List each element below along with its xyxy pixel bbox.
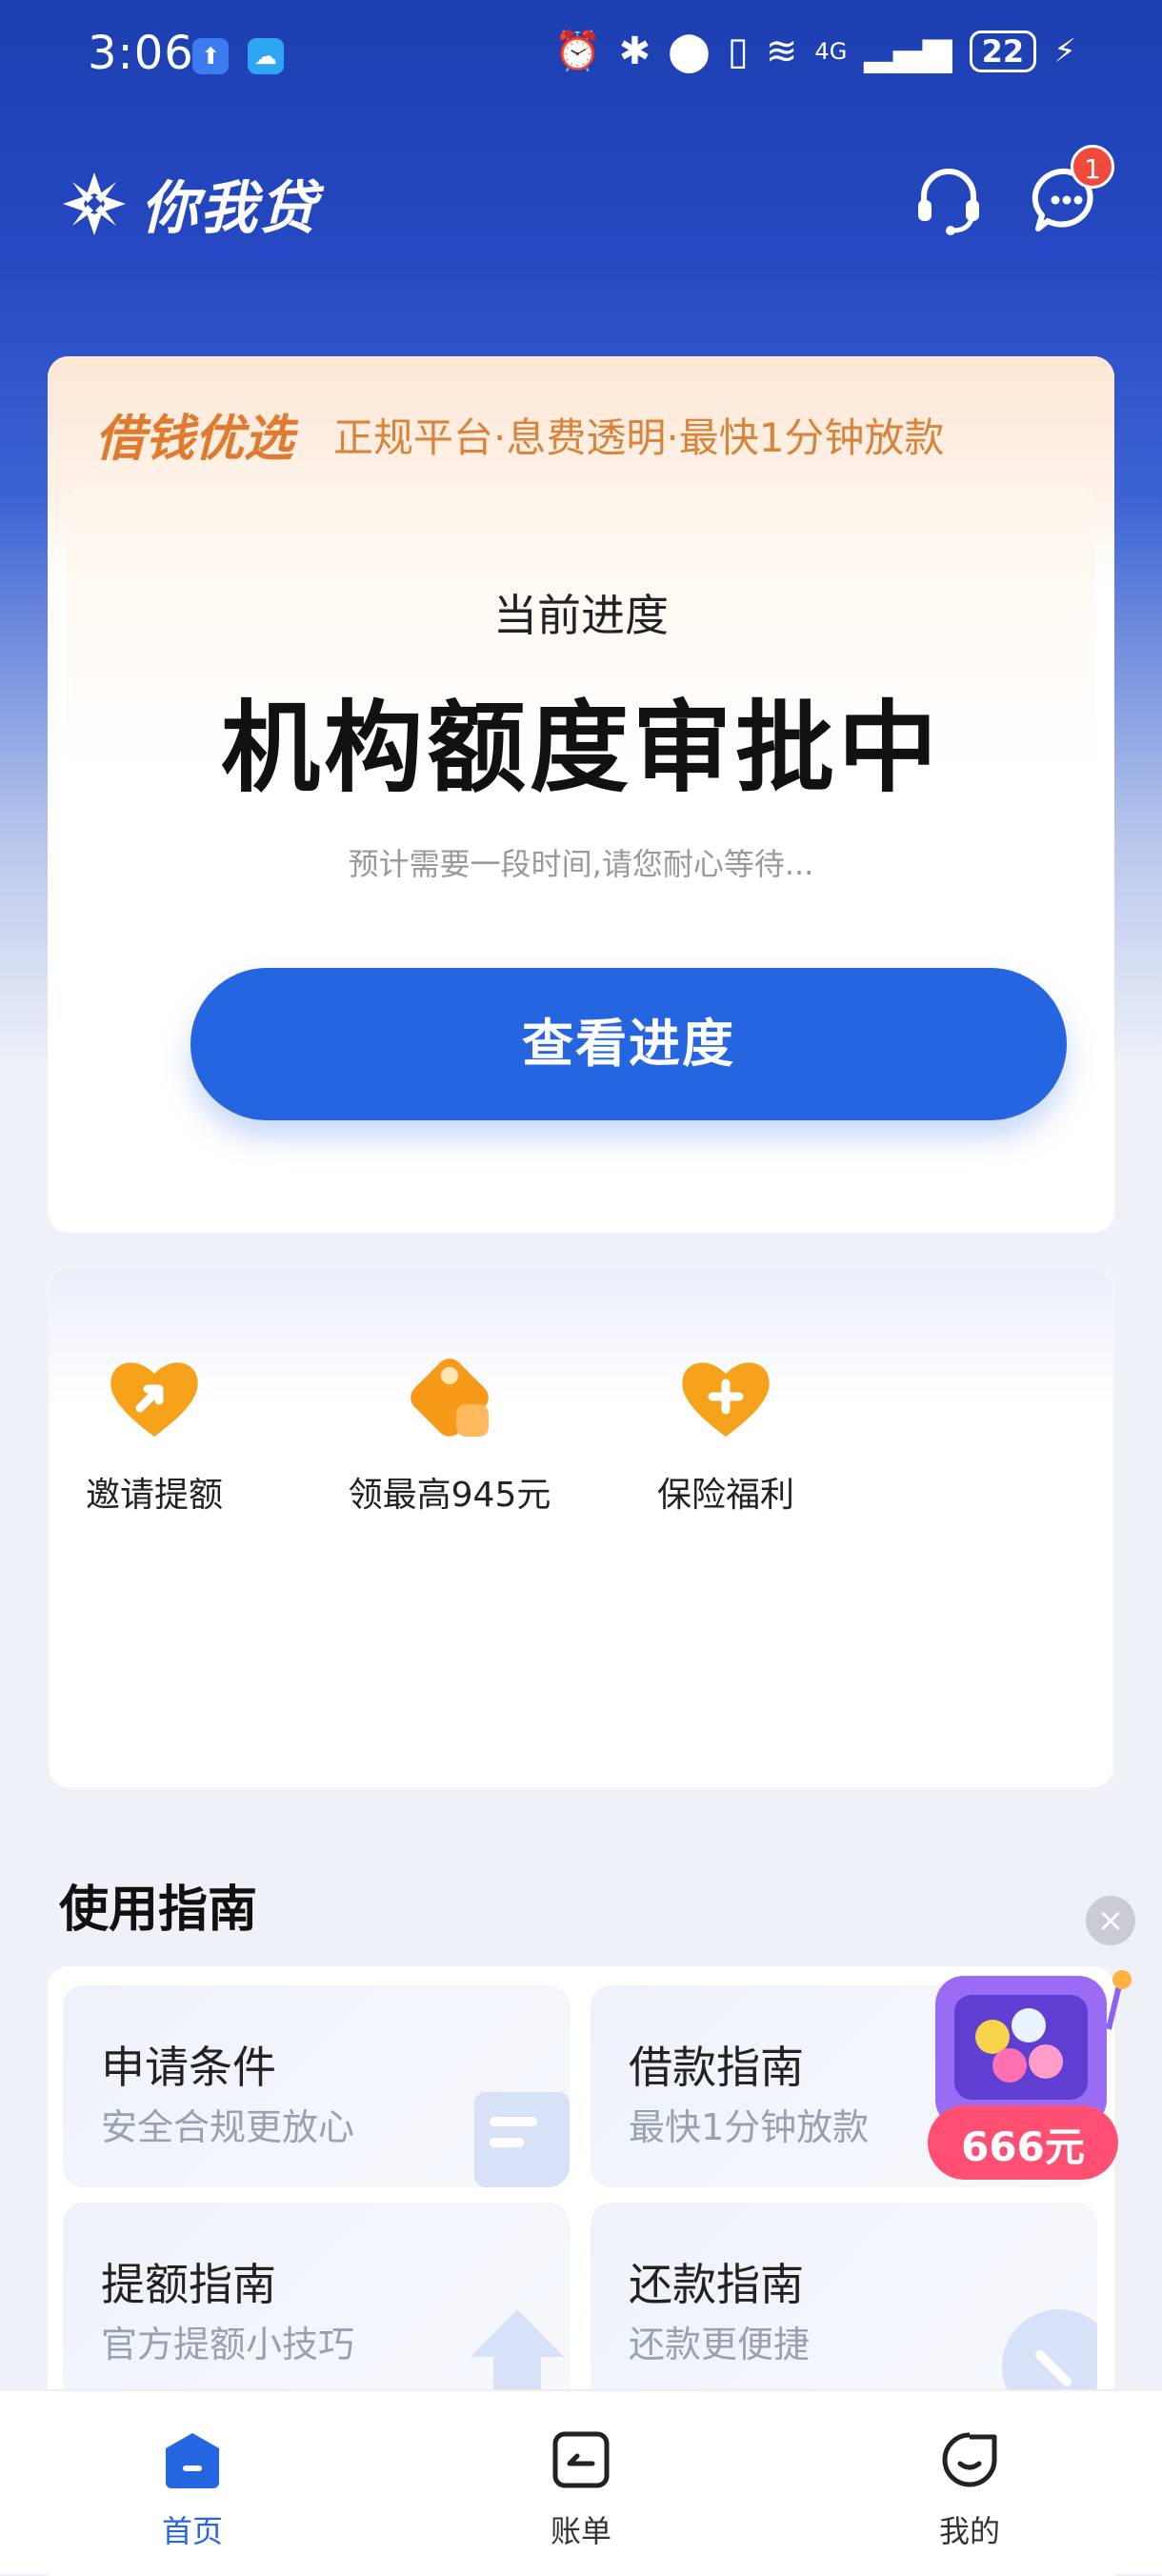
heart-plus-icon (682, 1362, 770, 1437)
progress-label: 当前进度 (493, 590, 669, 641)
heart-arrow-icon (110, 1362, 198, 1437)
upload-app-icon: ⬆ (192, 38, 229, 74)
tab-label: 账单 (550, 2513, 611, 2549)
tab-home[interactable]: 首页 (97, 2429, 288, 2551)
message-badge: 1 (1071, 145, 1114, 189)
feature-label: 保险福利 (656, 1476, 794, 1515)
guide-item-subtitle: 安全合规更放心 (101, 2106, 355, 2148)
wait-hint: 预计需要一段时间,请您耐心等待... (348, 846, 814, 882)
promo-subtitle: 正规平台·息费透明·最快1分钟放款 (333, 414, 945, 461)
guide-item-title: 申请条件 (101, 2042, 276, 2093)
progress-panel: 当前进度 机构额度审批中 预计需要一段时间,请您耐心等待... 查看进度 (67, 486, 1095, 1210)
bluetooth-icon: ✱ (618, 29, 651, 73)
home-icon (166, 2433, 219, 2488)
feature-label: 邀请提额 (85, 1476, 223, 1515)
weather-app-icon: ☁ (248, 38, 284, 74)
status-time: 3:06 (88, 27, 194, 80)
guide-item-title: 提额指南 (101, 2259, 276, 2310)
coupon-icon (411, 1358, 489, 1437)
alarm-icon: ⏰ (553, 30, 602, 73)
feature-invite-raise[interactable]: 邀请提额 (78, 1345, 230, 1517)
signal-icon: ▂▄▆ (864, 29, 952, 73)
guide-apply-conditions[interactable]: 申请条件 安全合规更放心 (63, 1985, 570, 2187)
guide-repay[interactable]: 还款指南 还款更便捷 (591, 2203, 1097, 2405)
guide-title: 使用指南 (59, 1882, 258, 1939)
app-name: 你我贷 (141, 175, 318, 242)
wifi-icon: ≋ (765, 29, 798, 73)
customer-service-icon[interactable] (911, 162, 987, 238)
guide-item-title: 还款指南 (629, 2259, 804, 2310)
feature-label: 领最高945元 (348, 1476, 551, 1515)
tab-label: 首页 (161, 2513, 223, 2549)
tab-profile[interactable]: 我的 (874, 2429, 1065, 2551)
loan-status-card: 借钱优选 正规平台·息费透明·最快1分钟放款 当前进度 机构额度审批中 预计需要… (48, 356, 1114, 1233)
guide-raise-limit[interactable]: 提额指南 官方提额小技巧 (63, 2203, 570, 2405)
close-float-icon[interactable]: × (1086, 1896, 1135, 1945)
charging-icon: ⚡ (1053, 31, 1076, 70)
approval-status: 机构额度审批中 (220, 690, 941, 806)
guide-item-subtitle: 还款更便捷 (629, 2324, 811, 2365)
logo-mark-icon (63, 171, 126, 235)
guide-item-title: 借款指南 (629, 2042, 804, 2093)
system-icons: ⏰ ✱ ⬤ ▯ ≋ 4G ▂▄▆ 22 ⚡ (553, 29, 1076, 74)
tab-label: 我的 (938, 2513, 1000, 2549)
promo-title: 借钱优选 (95, 411, 294, 468)
guide-item-subtitle: 最快1分钟放款 (629, 2106, 870, 2148)
document-icon (474, 2092, 570, 2187)
view-progress-button[interactable]: 查看进度 (190, 968, 1067, 1120)
network-type: 4G (814, 37, 848, 65)
vibrate-icon: ▯ (727, 29, 749, 73)
bottom-tab-bar: 首页 账单 我的 (0, 2389, 1162, 2574)
feature-insurance[interactable]: 保险福利 (631, 1345, 821, 1517)
tab-bill[interactable]: 账单 (486, 2429, 676, 2551)
app-logo: 你我贷 (59, 162, 318, 245)
profile-icon (942, 2432, 997, 2487)
status-bar: 3:06 ⬆ ☁ ⏰ ✱ ⬤ ▯ ≋ 4G ▂▄▆ 22 ⚡ (0, 0, 1162, 114)
location-icon: ⬤ (668, 29, 711, 73)
float-promo-amount: 666元 (961, 2123, 1085, 2170)
bill-icon (552, 2431, 610, 2488)
guide-item-subtitle: 官方提额小技巧 (101, 2324, 355, 2365)
feature-shortcuts: 邀请提额 领最高945元 保险福利 (48, 1267, 1114, 1789)
battery-level: 22 (969, 30, 1037, 72)
feature-coupon[interactable]: 领最高945元 (335, 1345, 564, 1517)
float-promo-widget[interactable]: 666元 (922, 1962, 1135, 2187)
